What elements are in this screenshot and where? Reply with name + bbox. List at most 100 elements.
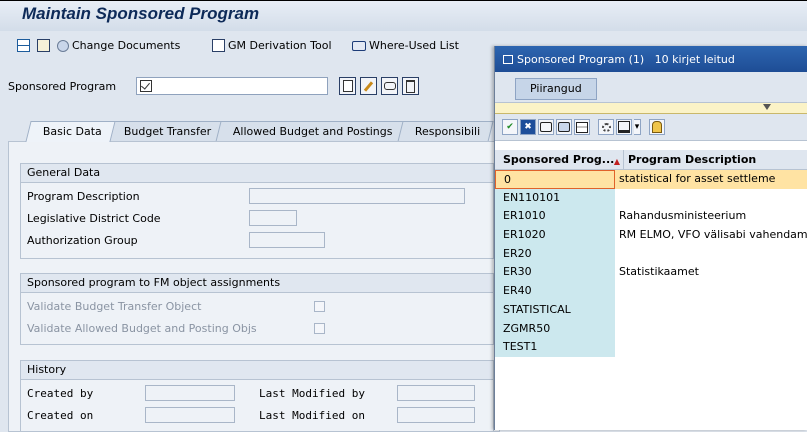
pencil-icon <box>363 80 374 92</box>
display-button[interactable] <box>381 77 398 95</box>
page-title: Maintain Sponsored Program <box>22 4 260 23</box>
search-help-icon[interactable] <box>140 80 152 92</box>
program-description-cell[interactable] <box>615 282 807 301</box>
hit-list-table: Sponsored Prog... ▲ Program Description 0… <box>495 150 807 357</box>
tab-basic-data[interactable]: Basic Data <box>25 121 116 142</box>
personal-list-button[interactable] <box>649 119 665 135</box>
program-description-label: Program Description <box>27 190 140 203</box>
delete-button[interactable] <box>402 77 419 95</box>
sort-button[interactable] <box>574 119 590 135</box>
last-modified-by-field[interactable] <box>397 385 475 401</box>
program-description-cell[interactable] <box>615 338 807 357</box>
tab-restrictions[interactable]: Piirangud <box>515 78 597 100</box>
created-on-field[interactable] <box>145 407 235 423</box>
popup-tab-row: Piirangud <box>495 72 807 103</box>
glasses-icon <box>383 82 396 90</box>
program-description-cell[interactable] <box>615 188 807 208</box>
program-code-cell[interactable]: EN110101 <box>495 188 615 208</box>
last-modified-on-label: Last Modified on <box>259 409 365 422</box>
program-code-cell[interactable]: ER40 <box>495 282 615 301</box>
tab-responsibility-label: Responsibili <box>414 125 480 138</box>
sponsored-program-label: Sponsored Program <box>8 79 117 93</box>
validate-postings-checkbox[interactable] <box>314 323 325 334</box>
validate-postings-label: Validate Allowed Budget and Posting Objs <box>27 322 257 335</box>
tab-budget-transfer-label: Budget Transfer <box>123 125 212 138</box>
last-modified-on-field[interactable] <box>397 407 475 423</box>
title-bar: Maintain Sponsored Program <box>0 0 807 32</box>
find-button[interactable] <box>538 119 554 135</box>
program-code-cell[interactable]: ER20 <box>495 244 615 264</box>
table-row[interactable]: ER40 <box>495 282 807 301</box>
history-title: History <box>21 361 493 380</box>
hierarchy-icon <box>17 39 30 52</box>
history-group: History Created by Last Modified by Crea… <box>20 360 494 432</box>
expand-triangle-icon[interactable] <box>763 104 771 110</box>
program-description-cell[interactable]: Rahandusministeerium <box>615 207 807 227</box>
program-description-cell[interactable]: RM ELMO, VFO välisabi vahendam <box>615 226 807 245</box>
tab-budget-transfer[interactable]: Budget Transfer <box>106 121 225 142</box>
derivation-icon <box>212 39 225 52</box>
table-row[interactable]: EN110101 <box>495 188 807 208</box>
program-description-cell[interactable] <box>615 319 807 339</box>
program-code-cell[interactable]: ER1010 <box>495 207 615 227</box>
program-description-cell[interactable]: Statistikaamet <box>615 263 807 283</box>
new-document-icon <box>342 80 353 92</box>
fm-assignment-title: Sponsored program to FM object assignmen… <box>21 274 493 293</box>
popup-toolbar: ✔ ✖ ▾ <box>495 114 807 141</box>
tab-basic-data-label: Basic Data <box>42 125 102 138</box>
change-documents-label: Change Documents <box>72 39 181 52</box>
program-code-cell[interactable]: ZGMR50 <box>495 319 615 339</box>
program-description-cell[interactable] <box>615 244 807 264</box>
program-description-cell[interactable] <box>615 300 807 320</box>
table-row[interactable]: ER20 <box>495 244 807 264</box>
program-code-cell[interactable]: 0 <box>495 170 615 189</box>
layout-button[interactable] <box>616 119 632 135</box>
gm-derivation-label: GM Derivation Tool <box>228 39 332 52</box>
program-code-cell[interactable]: STATISTICAL <box>495 300 615 320</box>
column-header-description[interactable]: Program Description <box>624 150 807 169</box>
column-header-program-label: Sponsored Prog... <box>503 153 615 166</box>
tab-responsibility[interactable]: Responsibili <box>397 121 494 142</box>
table-row[interactable]: ER30 Statistikaamet <box>495 263 807 283</box>
layout-dropdown[interactable]: ▾ <box>634 119 641 135</box>
validate-budget-label: Validate Budget Transfer Object <box>27 300 202 313</box>
created-by-field[interactable] <box>145 385 235 401</box>
binoculars-plus-icon <box>558 122 570 132</box>
display-settings-button[interactable] <box>598 119 614 135</box>
where-used-button[interactable]: Where-Used List <box>352 39 459 52</box>
table-row[interactable]: ZGMR50 <box>495 319 807 339</box>
create-button[interactable] <box>339 77 356 95</box>
cancel-button[interactable]: ✖ <box>520 119 536 135</box>
legislative-district-field[interactable] <box>249 210 297 226</box>
table-row[interactable]: 0 statistical for asset settleme <box>495 170 807 189</box>
program-code-cell[interactable]: ER1020 <box>495 226 615 245</box>
table-row[interactable]: TEST1 <box>495 338 807 357</box>
popup-title: Sponsored Program (1) 10 kirjet leitud <box>517 52 735 66</box>
tab-allowed-budget[interactable]: Allowed Budget and Postings <box>215 121 407 142</box>
gm-derivation-button[interactable]: GM Derivation Tool <box>212 39 332 52</box>
general-data-title: General Data <box>21 164 493 183</box>
confirm-button[interactable]: ✔ <box>502 119 518 135</box>
display-change-button[interactable] <box>17 39 30 52</box>
sponsored-program-input[interactable] <box>136 77 328 95</box>
program-description-field[interactable] <box>249 188 465 204</box>
table-row[interactable]: ER1020 RM ELMO, VFO välisabi vahendam <box>495 226 807 245</box>
created-on-label: Created on <box>27 409 94 422</box>
table-row[interactable]: STATISTICAL <box>495 300 807 320</box>
program-code-cell[interactable]: ER30 <box>495 263 615 283</box>
authorization-group-field[interactable] <box>249 232 325 248</box>
program-description-cell[interactable]: statistical for asset settleme <box>615 170 807 189</box>
restrictions-toggle-bar[interactable] <box>495 103 807 114</box>
column-header-program[interactable]: Sponsored Prog... ▲ <box>495 150 624 169</box>
validate-budget-checkbox[interactable] <box>314 301 325 312</box>
authorization-group-label: Authorization Group <box>27 234 138 247</box>
program-code-cell[interactable]: TEST1 <box>495 338 615 357</box>
binoculars-icon <box>540 122 552 132</box>
change-documents-button[interactable]: Change Documents <box>57 39 180 52</box>
change-button[interactable] <box>360 77 377 95</box>
copy-button[interactable] <box>37 39 50 52</box>
find-next-button[interactable] <box>556 119 572 135</box>
tab-content-basic-data: General Data Program Description Legisla… <box>8 141 500 432</box>
fm-assignment-group: Sponsored program to FM object assignmen… <box>20 273 494 345</box>
table-row[interactable]: ER1010 Rahandusministeerium <box>495 207 807 227</box>
